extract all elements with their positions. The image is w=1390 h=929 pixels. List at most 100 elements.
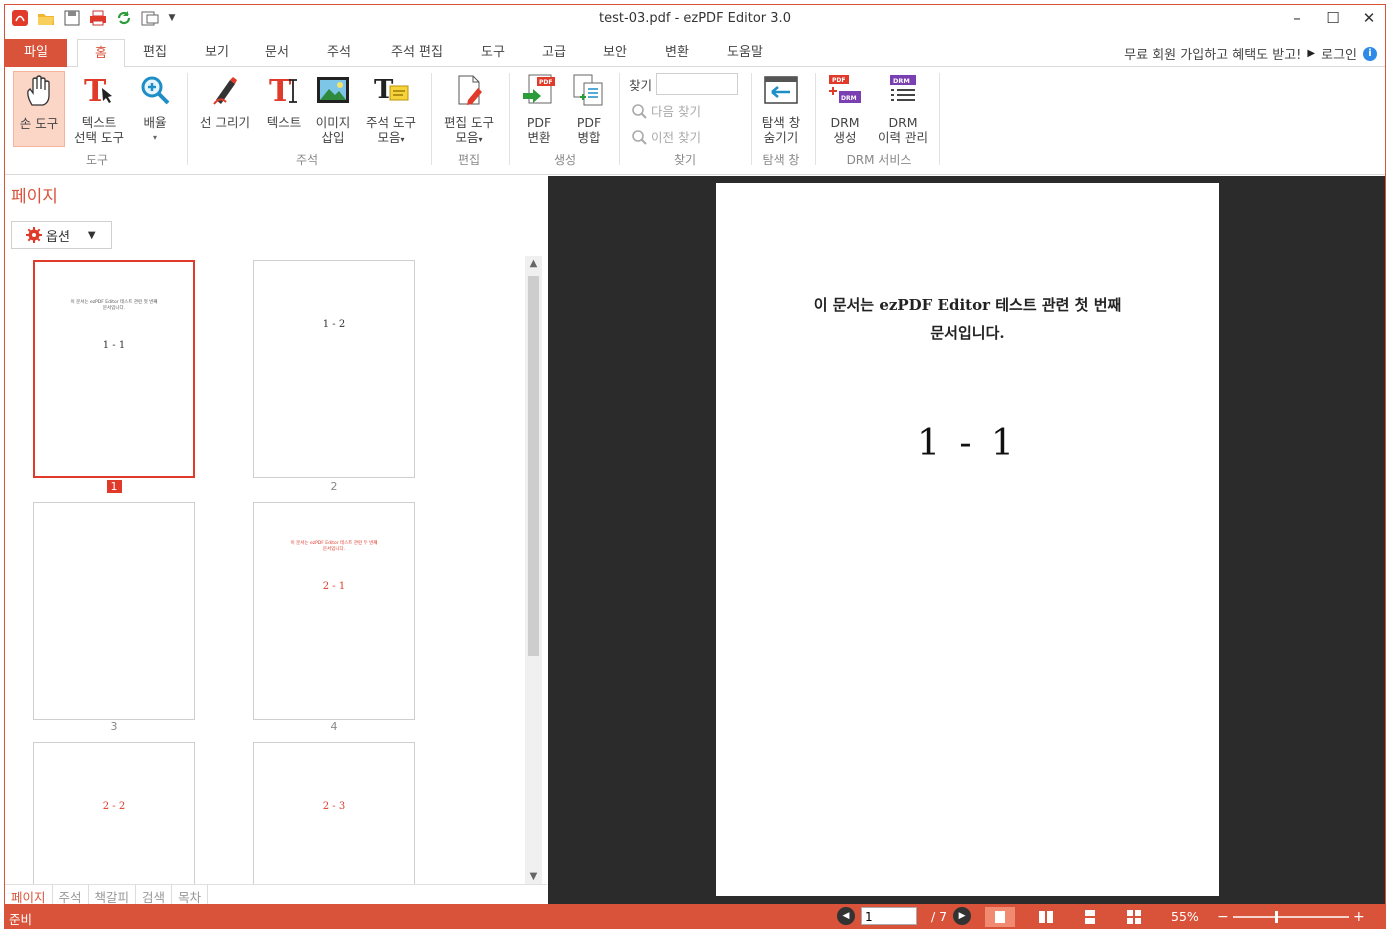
tab-advanced[interactable]: 고급: [532, 39, 576, 67]
tab-tools[interactable]: 도구: [471, 39, 515, 67]
app-window: ▼ test-03.pdf - ezPDF Editor 3.0 – ☐ ✕ 파…: [4, 4, 1386, 929]
maximize-button[interactable]: ☐: [1325, 9, 1341, 27]
tab-document[interactable]: 문서: [255, 39, 299, 67]
panel-tab-search[interactable]: 검색: [136, 885, 173, 905]
thumbnail-text: 문서입니다.: [322, 547, 346, 552]
pdf-convert-button[interactable]: PDF PDF 변환: [515, 71, 563, 145]
thumbnail-scrollbar[interactable]: ▲ ▼: [525, 256, 542, 884]
options-label: 옵션: [46, 229, 70, 245]
annotation-tools-label-1: 주석 도구: [366, 115, 416, 130]
find-prev-icon: [632, 129, 647, 145]
window-title: test-03.pdf - ezPDF Editor 3.0: [599, 11, 791, 26]
single-page-view-icon[interactable]: [985, 907, 1015, 927]
edit-tools-button[interactable]: 편집 도구 모음▾: [437, 71, 501, 147]
continuous-view-icon[interactable]: [1075, 907, 1105, 927]
pdf-convert-label-1: PDF: [526, 115, 552, 130]
annotation-tools-button[interactable]: T 주석 도구 모음▾: [359, 71, 423, 147]
page-thumbnail[interactable]: [33, 502, 195, 720]
tab-convert[interactable]: 변환: [655, 39, 699, 67]
signup-link[interactable]: 무료 회원 가입하고 혜택도 받고!: [1124, 44, 1301, 63]
tab-help[interactable]: 도움말: [717, 39, 773, 67]
find-prev-label: 이전 찾기: [651, 130, 701, 145]
svg-text:DRM: DRM: [893, 77, 910, 85]
panel-tabs: 페이지 주석 책갈피 검색 목차: [5, 884, 547, 905]
find-input[interactable]: [656, 73, 739, 95]
zoom-track: [1233, 911, 1349, 923]
zoom-slider[interactable]: − +: [1217, 908, 1367, 926]
zoom-level: 55%: [1171, 909, 1199, 924]
drm-create-button[interactable]: PDF DRM DRM 생성: [823, 71, 867, 145]
hand-tool-button[interactable]: 손 도구: [13, 71, 65, 147]
chevron-down-icon: ▼: [87, 229, 96, 241]
group-divider: [619, 73, 620, 165]
login-link[interactable]: 로그인: [1321, 44, 1357, 63]
thumbnail-page-text: 1 - 1: [102, 340, 126, 351]
group-divider: [815, 73, 816, 165]
hand-icon: [27, 75, 50, 106]
tab-annotation-edit[interactable]: 주석 편집: [381, 39, 453, 67]
pdf-merge-button[interactable]: PDF 병합: [567, 71, 611, 145]
page-number-input[interactable]: 1: [861, 907, 917, 925]
tab-annotation[interactable]: 주석: [317, 39, 361, 67]
status-text: 준비: [9, 912, 33, 927]
tab-security[interactable]: 보안: [593, 39, 637, 67]
drm-history-button[interactable]: DRM DRM 이력 관리: [871, 71, 935, 145]
pdf-page[interactable]: 이 문서는 ezPDF Editor 테스트 관련 첫 번째 문서입니다. 1 …: [716, 183, 1219, 896]
insert-image-label-2: 삽입: [321, 130, 345, 145]
thumbnail-page-text: 2 - 1: [322, 581, 346, 592]
panel-tab-toc[interactable]: 목차: [172, 885, 209, 905]
page-thumbnail[interactable]: 2 - 2: [33, 742, 195, 884]
prev-page-icon[interactable]: ◀: [837, 907, 855, 925]
svg-text:T: T: [269, 74, 292, 106]
scroll-down-icon[interactable]: ▼: [525, 871, 542, 882]
drm-create-label-2: 생성: [833, 130, 857, 145]
find-next-button[interactable]: 다음 찾기: [631, 101, 701, 120]
pdf-convert-icon: PDF: [523, 74, 555, 104]
panel-tab-annotations[interactable]: 주석: [53, 885, 89, 905]
scroll-up-icon[interactable]: ▲: [525, 258, 542, 269]
page-thumbnail[interactable]: 1 - 2: [253, 260, 415, 478]
text-select-button[interactable]: T 텍스트 선택 도구: [67, 71, 131, 145]
scrollbar-thumb[interactable]: [528, 276, 539, 656]
ribbon-home: 손 도구 T 텍스트 선택 도구 배율 ▾ 도구 선 그리기 T 텍스트 이미지…: [5, 67, 1385, 175]
close-button[interactable]: ✕: [1361, 9, 1377, 27]
edit-tools-label-1: 편집 도구: [444, 115, 494, 130]
options-button[interactable]: 옵션 ▼: [11, 221, 112, 249]
zoom-button[interactable]: 배율 ▾: [135, 71, 175, 145]
svg-text:PDF: PDF: [539, 79, 552, 86]
pdf-merge-icon: [573, 74, 603, 106]
find-next-icon: [632, 103, 647, 119]
next-page-icon[interactable]: ▶: [953, 907, 972, 925]
info-icon[interactable]: i: [1363, 46, 1377, 61]
insert-image-label-1: 이미지: [315, 115, 351, 130]
hide-nav-label-1: 탐색 창: [761, 115, 801, 130]
group-label-nav: 탐색 창: [762, 153, 800, 167]
zoom-in-button[interactable]: +: [1353, 909, 1365, 925]
tab-home[interactable]: 홈: [77, 39, 125, 68]
page-thumbnail[interactable]: 2 - 3: [253, 742, 415, 884]
pdf-merge-label-1: PDF: [576, 115, 602, 130]
tab-edit[interactable]: 편집: [133, 39, 177, 67]
hide-nav-pane-button[interactable]: 탐색 창 숨기기: [755, 71, 807, 145]
page-thumbnail[interactable]: 이 문서는 ezPDF Editor 테스트 관련 첫 번째 문서입니다. 1 …: [33, 260, 195, 478]
two-page-view-icon[interactable]: [1031, 907, 1061, 927]
draw-line-button[interactable]: 선 그리기: [195, 71, 255, 130]
zoom-out-button[interactable]: −: [1217, 909, 1229, 925]
file-menu[interactable]: 파일: [5, 39, 67, 67]
panel-tab-bookmarks[interactable]: 책갈피: [89, 885, 137, 905]
continuous-two-page-view-icon[interactable]: [1119, 907, 1149, 927]
zoom-dropdown-icon: ▾: [152, 133, 157, 142]
find-prev-button[interactable]: 이전 찾기: [631, 127, 701, 146]
minimize-button[interactable]: –: [1289, 9, 1305, 27]
tab-view[interactable]: 보기: [195, 39, 239, 67]
document-view[interactable]: 이 문서는 ezPDF Editor 테스트 관련 첫 번째 문서입니다. 1 …: [548, 176, 1385, 904]
thumbnail-list: 이 문서는 ezPDF Editor 테스트 관련 첫 번째 문서입니다. 1 …: [5, 256, 523, 884]
window-controls: – ☐ ✕: [1289, 9, 1377, 27]
text-button[interactable]: T 텍스트: [261, 71, 307, 130]
page-thumbnail[interactable]: 이 문서는 ezPDF Editor 테스트 관련 두 번째 문서입니다. 2 …: [253, 502, 415, 720]
zoom-magnifier-icon: [141, 76, 170, 105]
thumbnail-page-text: 2 - 3: [322, 801, 346, 812]
panel-tab-pages[interactable]: 페이지: [5, 885, 53, 905]
insert-image-button[interactable]: 이미지 삽입: [311, 71, 355, 145]
group-label-edit: 편집: [457, 153, 481, 167]
